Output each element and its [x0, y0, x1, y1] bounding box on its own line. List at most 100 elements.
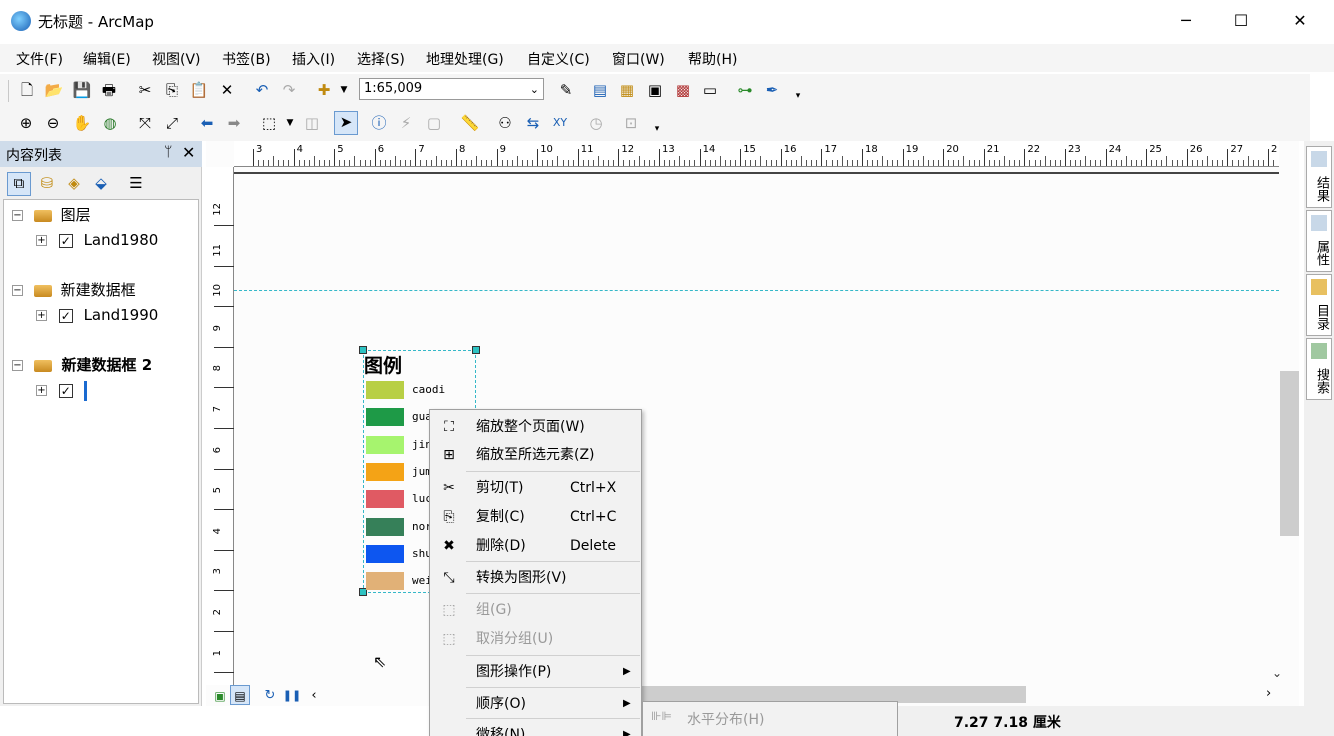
- go-to-xy-icon[interactable]: XY: [550, 113, 570, 133]
- catalog-tab[interactable]: 目录: [1306, 274, 1332, 336]
- results-tab[interactable]: 结果: [1306, 146, 1332, 208]
- collapse-icon[interactable]: −: [12, 360, 23, 371]
- select-dropdown-icon[interactable]: ▼: [280, 113, 300, 133]
- chevron-down-icon[interactable]: ⌄: [530, 80, 539, 100]
- selection-handle[interactable]: [472, 346, 480, 354]
- scroll-left-icon[interactable]: ‹: [304, 686, 324, 706]
- menu-help[interactable]: 帮助(H): [688, 49, 737, 69]
- hyperlink-icon[interactable]: ⚡: [396, 113, 416, 133]
- identify-icon[interactable]: ⓘ: [369, 113, 389, 133]
- redo-icon[interactable]: ↷: [279, 80, 299, 100]
- selection-handle[interactable]: [359, 346, 367, 354]
- modelbuilder-icon[interactable]: ⊶: [735, 80, 755, 100]
- find-binoculars-icon[interactable]: ⚇: [495, 113, 515, 133]
- menu-edit[interactable]: 编辑(E): [83, 49, 131, 69]
- cut-icon[interactable]: ✂: [135, 80, 155, 100]
- catalog-window-icon[interactable]: ▦: [617, 80, 637, 100]
- forward-arrow-icon[interactable]: ➡: [224, 113, 244, 133]
- menu-geoprocessing[interactable]: 地理处理(G): [426, 49, 504, 69]
- menu-windows[interactable]: 窗口(W): [612, 49, 665, 69]
- layout-view[interactable]: 3 4 5 6 7 8 9 10 11 12 13 14 15 16 17 18 19 20 21 22 23 24 25 2…: [206, 141, 1299, 706]
- save-icon[interactable]: 💾: [72, 80, 92, 100]
- time-slider-icon[interactable]: ◷: [586, 113, 606, 133]
- menu-bookmarks[interactable]: 书签(B): [222, 49, 271, 69]
- data-frame-row[interactable]: − 新建数据框: [12, 279, 136, 301]
- distribute-horizontally-item[interactable]: 水平分布(H): [687, 709, 764, 729]
- menu-customize[interactable]: 自定义(C): [527, 49, 590, 69]
- collapse-icon[interactable]: −: [12, 210, 23, 221]
- ruler-guide[interactable]: [234, 290, 1279, 291]
- layer-name-edit-cursor[interactable]: [83, 380, 87, 401]
- menu-item-drawing-operations[interactable]: 图形操作(P) ▶: [430, 658, 641, 686]
- copy-icon[interactable]: ⎘: [162, 80, 182, 100]
- new-document-icon[interactable]: 🗋: [17, 80, 37, 100]
- measure-icon[interactable]: 📏: [460, 113, 480, 133]
- pan-hand-icon[interactable]: ✋: [72, 113, 92, 133]
- scroll-down-icon[interactable]: ⌄: [1272, 666, 1282, 680]
- vertical-scrollbar-thumb[interactable]: [1280, 371, 1299, 536]
- map-scale-combobox[interactable]: 1:65,009 ⌄: [359, 78, 544, 100]
- search-tab[interactable]: 搜索: [1306, 338, 1332, 400]
- zoom-in-icon[interactable]: ⊕: [16, 113, 36, 133]
- add-data-dropdown-icon[interactable]: ▼: [334, 80, 354, 100]
- expand-icon[interactable]: +: [36, 385, 47, 396]
- delete-icon[interactable]: ✕: [217, 80, 237, 100]
- properties-tab[interactable]: 属性: [1306, 210, 1332, 272]
- expand-icon[interactable]: +: [36, 310, 47, 321]
- toolbar-options-icon-2[interactable]: ▾: [647, 119, 667, 139]
- menu-item-zoom-whole-page[interactable]: ⛶ 缩放整个页面(W): [430, 413, 641, 441]
- layer-visibility-checkbox[interactable]: ✓: [58, 383, 73, 398]
- data-frame-row[interactable]: − 图层: [12, 204, 91, 226]
- zoom-out-icon[interactable]: ⊖: [43, 113, 63, 133]
- menu-item-cut[interactable]: ✂ 剪切(T) Ctrl+X: [430, 474, 641, 502]
- open-folder-icon[interactable]: 📂: [44, 80, 64, 100]
- menu-item-nudge[interactable]: 微移(N) ▶: [430, 721, 641, 736]
- print-icon[interactable]: 🖶: [99, 80, 119, 100]
- find-route-icon[interactable]: ⇆: [523, 113, 543, 133]
- html-popup-icon[interactable]: ▢: [424, 113, 444, 133]
- clear-selection-icon[interactable]: ◫: [302, 113, 322, 133]
- menu-view[interactable]: 视图(V): [152, 49, 201, 69]
- minimize-button[interactable]: ─: [1163, 6, 1209, 36]
- select-features-icon[interactable]: ⬚: [259, 113, 279, 133]
- arctoolbox-icon[interactable]: ▩: [673, 80, 693, 100]
- toc-options-icon[interactable]: ☰: [126, 173, 146, 193]
- expand-icon[interactable]: +: [36, 235, 47, 246]
- pause-drawing-icon[interactable]: ❚❚: [282, 686, 302, 706]
- select-elements-arrow-icon[interactable]: ➤: [334, 111, 358, 135]
- toolbar-options-icon[interactable]: ▾: [788, 86, 808, 106]
- menu-insert[interactable]: 插入(I): [292, 49, 335, 69]
- layer-row[interactable]: + ✓ Land1990: [36, 304, 158, 326]
- collapse-icon[interactable]: −: [12, 285, 23, 296]
- python-window-icon[interactable]: ▭: [700, 80, 720, 100]
- layer-visibility-checkbox[interactable]: ✓: [58, 308, 73, 323]
- menu-item-convert-to-graphics[interactable]: ⤡ 转换为图形(V): [430, 564, 641, 592]
- maximize-button[interactable]: ☐: [1218, 6, 1264, 36]
- menu-file[interactable]: 文件(F): [16, 49, 63, 69]
- menu-item-order[interactable]: 顺序(O) ▶: [430, 690, 641, 718]
- editor-pen-icon[interactable]: ✒: [762, 80, 782, 100]
- menu-item-delete[interactable]: ✖ 删除(D) Delete: [430, 532, 641, 560]
- list-by-source-icon[interactable]: ⛁: [37, 173, 57, 193]
- list-by-visibility-icon[interactable]: ◈: [64, 173, 84, 193]
- layer-row[interactable]: + ✓ Land1980: [36, 229, 158, 251]
- refresh-icon[interactable]: ↻: [260, 686, 280, 706]
- menu-item-copy[interactable]: ⎘ 复制(C) Ctrl+C: [430, 503, 641, 531]
- layer-visibility-checkbox[interactable]: ✓: [58, 233, 73, 248]
- layer-row[interactable]: + ✓: [36, 379, 87, 401]
- fixed-zoom-in-icon[interactable]: ⤧: [135, 113, 155, 133]
- toc-window-icon[interactable]: ▤: [590, 80, 610, 100]
- list-by-drawing-order-icon[interactable]: ⧉: [7, 172, 31, 196]
- menu-item-group[interactable]: ⬚ 组(G): [430, 596, 641, 624]
- menu-selection[interactable]: 选择(S): [357, 49, 405, 69]
- layout-view-icon[interactable]: ▤: [230, 685, 250, 705]
- menu-item-zoom-to-selected[interactable]: ⊞ 缩放至所选元素(Z): [430, 441, 641, 469]
- data-frame-row-active[interactable]: − 新建数据框 2: [12, 354, 152, 376]
- list-by-selection-icon[interactable]: ⬙: [91, 173, 111, 193]
- create-viewer-icon[interactable]: ⊡: [621, 113, 641, 133]
- data-view-icon[interactable]: ▣: [210, 686, 230, 706]
- scroll-right-icon[interactable]: ›: [1266, 686, 1271, 701]
- undo-icon[interactable]: ↶: [252, 80, 272, 100]
- close-button[interactable]: ✕: [1277, 6, 1323, 36]
- pin-icon[interactable]: ᛘ: [164, 144, 172, 160]
